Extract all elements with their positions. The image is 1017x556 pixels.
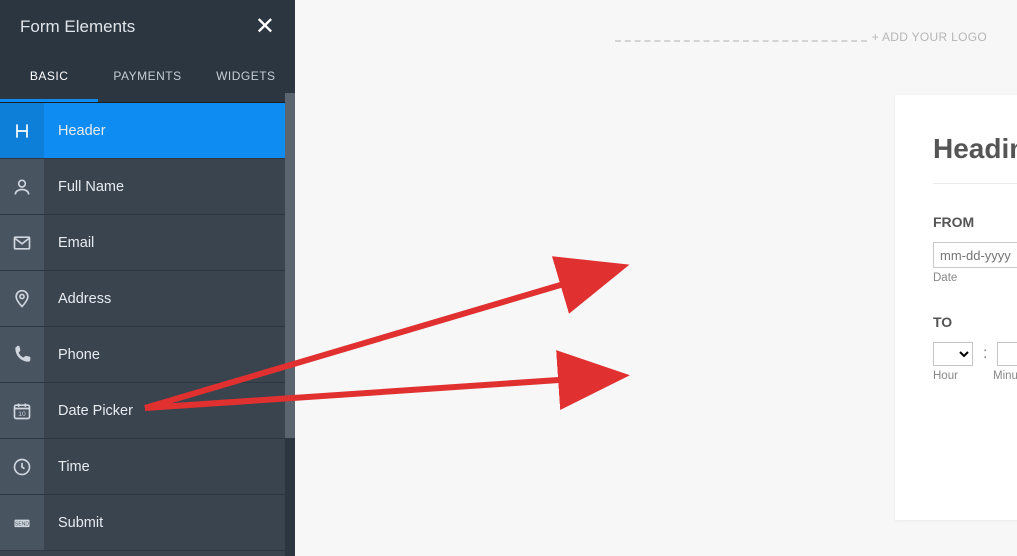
clock-icon <box>0 439 44 494</box>
sidebar-item-phone[interactable]: Phone <box>0 327 295 383</box>
form-canvas: + ADD YOUR LOGO Heading FROM Date TO : <box>295 0 1017 556</box>
page-title: Heading <box>933 133 1017 184</box>
sidebar-title: Form Elements <box>20 17 135 37</box>
tab-payments[interactable]: PAYMENTS <box>98 53 196 102</box>
user-icon <box>0 159 44 214</box>
sidebar-item-label: Header <box>44 123 106 139</box>
svg-text:10: 10 <box>18 411 26 418</box>
pin-icon <box>0 271 44 326</box>
mail-icon <box>0 215 44 270</box>
from-sublabel: Date <box>933 272 1017 284</box>
tab-widgets[interactable]: WIDGETS <box>197 53 295 102</box>
add-logo-button[interactable]: + ADD YOUR LOGO <box>872 30 987 44</box>
close-icon[interactable]: ✕ <box>255 12 275 41</box>
field-from: FROM Date <box>933 214 1017 284</box>
header-icon <box>0 103 44 158</box>
field-to: TO : AM Hour Minutes <box>933 314 1017 382</box>
sidebar-item-address[interactable]: Address <box>0 271 295 327</box>
elements-list: Header Full Name Email Address <box>0 103 295 556</box>
sidebar-item-datepicker[interactable]: 10 Date Picker <box>0 383 295 439</box>
form-card: Heading FROM Date TO : AM <box>895 95 1017 520</box>
elements-footer: QUICK ELEMENTS <box>0 551 295 556</box>
scrollbar[interactable] <box>285 93 295 556</box>
to-label: TO <box>933 314 1017 330</box>
svg-text:SEND: SEND <box>15 521 29 527</box>
tab-basic[interactable]: BASIC <box>0 53 98 102</box>
sidebar-header: Form Elements ✕ <box>0 0 295 53</box>
sidebar-item-header[interactable]: Header <box>0 103 295 159</box>
sidebar-item-label: Phone <box>44 347 100 363</box>
sidebar-item-label: Address <box>44 291 111 307</box>
to-minute-select[interactable] <box>997 342 1017 366</box>
to-sub-hour: Hour <box>933 370 973 382</box>
sidebar-item-email[interactable]: Email <box>0 215 295 271</box>
sidebar-item-label: Full Name <box>44 179 124 195</box>
sidebar: Form Elements ✕ BASIC PAYMENTS WIDGETS H… <box>0 0 295 556</box>
send-icon: SEND <box>0 495 44 550</box>
sidebar-item-label: Time <box>44 459 90 475</box>
time-colon: : <box>979 345 991 363</box>
sidebar-item-label: Submit <box>44 515 103 531</box>
to-sub-min: Minutes <box>993 370 1017 382</box>
to-hour-select[interactable] <box>933 342 973 366</box>
phone-icon <box>0 327 44 382</box>
sidebar-item-label: Email <box>44 235 94 251</box>
from-date-input[interactable] <box>933 242 1017 268</box>
from-label: FROM <box>933 214 1017 230</box>
calendar-icon: 10 <box>0 383 44 438</box>
sidebar-item-label: Date Picker <box>44 403 133 419</box>
sidebar-item-submit[interactable]: SEND Submit <box>0 495 295 551</box>
sidebar-item-fullname[interactable]: Full Name <box>0 159 295 215</box>
header-divider <box>615 40 867 42</box>
sidebar-tabs: BASIC PAYMENTS WIDGETS <box>0 53 295 103</box>
sidebar-item-time[interactable]: Time <box>0 439 295 495</box>
scrollbar-thumb[interactable] <box>285 93 295 438</box>
